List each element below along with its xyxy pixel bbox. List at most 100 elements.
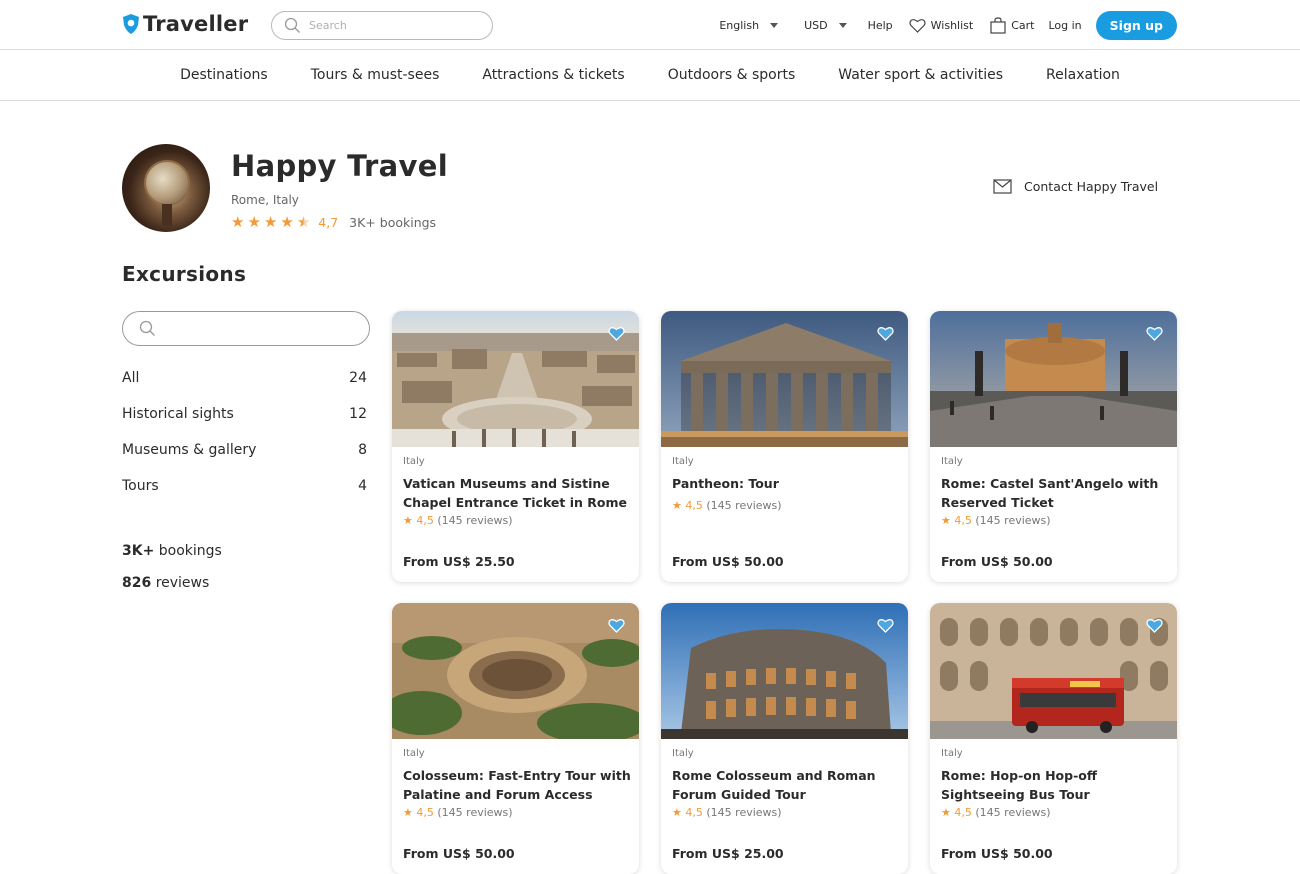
chevron-down-icon: [838, 23, 847, 28]
nav-destinations[interactable]: Destinations: [180, 67, 268, 83]
card-title[interactable]: Rome Colosseum and Roman Forum Guided To…: [672, 766, 900, 804]
star-rating: ★ ★ ★ ★ ★: [231, 213, 310, 231]
wishlist-heart-icon[interactable]: [877, 326, 894, 341]
chevron-down-icon: [770, 23, 779, 28]
search-icon: [284, 17, 300, 33]
contact-button[interactable]: Contact Happy Travel: [993, 179, 1158, 194]
wishlist-heart-icon[interactable]: [608, 618, 625, 633]
nav-water-sport[interactable]: Water sport & activities: [838, 67, 1003, 83]
card-image: [661, 311, 908, 447]
card-title[interactable]: Pantheon: Tour: [672, 474, 900, 493]
star-icon: ★: [672, 806, 682, 819]
header-search[interactable]: [271, 11, 493, 40]
logo[interactable]: Traveller: [122, 12, 248, 36]
excursion-card[interactable]: Italy Pantheon: Tour ★ 4,5 (145 reviews)…: [661, 311, 908, 582]
section-title: Excursions: [122, 262, 247, 286]
category-label: All: [122, 370, 140, 386]
wishlist-heart-icon[interactable]: [608, 326, 625, 341]
category-count: 24: [349, 370, 367, 386]
category-tours[interactable]: Tours 4: [122, 478, 367, 494]
currency-select[interactable]: USD: [804, 19, 847, 32]
language-select[interactable]: English: [719, 19, 779, 32]
star-icon: ★: [231, 213, 245, 231]
card-country: Italy: [403, 456, 425, 467]
excursion-card[interactable]: Italy Rome: Castel Sant'Angelo with Rese…: [930, 311, 1177, 582]
language-label: English: [719, 19, 760, 32]
card-price: From US$ 25.50: [403, 554, 515, 569]
card-reviews: (145 reviews): [437, 514, 513, 527]
excursion-card[interactable]: Italy Vatican Museums and Sistine Chapel…: [392, 311, 639, 582]
cart-link[interactable]: Cart: [990, 17, 1034, 34]
card-price: From US$ 50.00: [403, 846, 515, 861]
mail-icon: [993, 179, 1012, 194]
card-country: Italy: [941, 456, 963, 467]
excursion-card[interactable]: Italy Rome: Hop-on Hop-off Sightseeing B…: [930, 603, 1177, 874]
globe-image: [144, 160, 190, 206]
stats-bookings-value: 3K+: [122, 543, 155, 559]
category-all[interactable]: All 24: [122, 370, 367, 386]
card-rating: ★ 4,5 (145 reviews): [403, 806, 513, 819]
card-rating: ★ 4,5 (145 reviews): [672, 499, 782, 512]
card-title[interactable]: Vatican Museums and Sistine Chapel Entra…: [403, 474, 631, 512]
card-title[interactable]: Rome: Castel Sant'Angelo with Reserved T…: [941, 474, 1169, 512]
card-image: [930, 311, 1177, 447]
category-label: Tours: [122, 478, 159, 494]
wishlist-link[interactable]: Wishlist: [909, 18, 973, 33]
sightseeing-bus-photo: [930, 603, 1177, 739]
excursion-search-input[interactable]: [164, 321, 354, 336]
nav-relaxation[interactable]: Relaxation: [1046, 67, 1120, 83]
heart-outline-icon: [909, 19, 926, 33]
card-price: From US$ 25.00: [672, 846, 784, 861]
star-icon: ★: [941, 514, 951, 527]
shopping-bag-icon: [990, 17, 1006, 34]
top-bar: Traveller English USD Help Wishlist Cart…: [0, 0, 1300, 50]
sign-up-button[interactable]: Sign up: [1095, 11, 1177, 40]
cart-label: Cart: [1011, 19, 1035, 32]
category-museums-gallery[interactable]: Museums & gallery 8: [122, 442, 367, 458]
stats-reviews: 826 reviews: [122, 575, 209, 591]
wishlist-heart-icon[interactable]: [877, 618, 894, 633]
nav-tours[interactable]: Tours & must-sees: [311, 67, 440, 83]
login-link[interactable]: Log in: [1048, 19, 1081, 32]
rating-value: 4,7: [318, 214, 339, 230]
card-image: [392, 603, 639, 739]
card-country: Italy: [941, 748, 963, 759]
header-search-input[interactable]: [309, 19, 489, 32]
excursion-card[interactable]: Italy Colosseum: Fast-Entry Tour with Pa…: [392, 603, 639, 874]
wishlist-heart-icon[interactable]: [1146, 326, 1163, 341]
category-historical-sights[interactable]: Historical sights 12: [122, 406, 367, 422]
category-count: 8: [358, 442, 367, 458]
card-rating: ★ 4,5 (145 reviews): [941, 806, 1051, 819]
card-price: From US$ 50.00: [672, 554, 784, 569]
logo-text: Traveller: [143, 12, 249, 36]
excursion-card[interactable]: Italy Rome Colosseum and Roman Forum Gui…: [661, 603, 908, 874]
card-image: [661, 603, 908, 739]
card-country: Italy: [672, 748, 694, 759]
stats-bookings: 3K+ bookings: [122, 543, 222, 559]
excursion-search[interactable]: [122, 311, 370, 346]
star-icon: ★: [263, 213, 278, 231]
card-image: [392, 311, 639, 447]
colosseum-aerial-photo: [392, 603, 639, 739]
currency-label: USD: [804, 19, 828, 32]
card-title[interactable]: Rome: Hop-on Hop-off Sightseeing Bus Tou…: [941, 766, 1169, 804]
card-rating-value: 4,5: [416, 806, 434, 819]
nav-outdoors[interactable]: Outdoors & sports: [668, 67, 796, 83]
logo-shield-icon: [123, 14, 139, 34]
half-star-icon: ★: [296, 213, 311, 231]
avatar: [122, 144, 210, 232]
header-actions: English USD Help Wishlist Cart Log in Si…: [719, 11, 1177, 40]
castel-photo: [930, 311, 1177, 447]
profile-rating: ★ ★ ★ ★ ★ 4,7 3K+ bookings: [231, 213, 436, 231]
nav-attractions[interactable]: Attractions & tickets: [482, 67, 624, 83]
card-title[interactable]: Colosseum: Fast-Entry Tour with Palatine…: [403, 766, 631, 804]
card-price: From US$ 50.00: [941, 554, 1053, 569]
star-icon: ★: [280, 213, 294, 231]
help-label: Help: [867, 19, 893, 32]
card-reviews: (145 reviews): [437, 806, 513, 819]
profile-bookings: 3K+ bookings: [349, 214, 437, 230]
help-link[interactable]: Help: [868, 19, 893, 32]
card-rating-value: 4,5: [954, 514, 972, 527]
wishlist-heart-icon[interactable]: [1146, 618, 1163, 633]
star-icon: ★: [247, 213, 261, 231]
